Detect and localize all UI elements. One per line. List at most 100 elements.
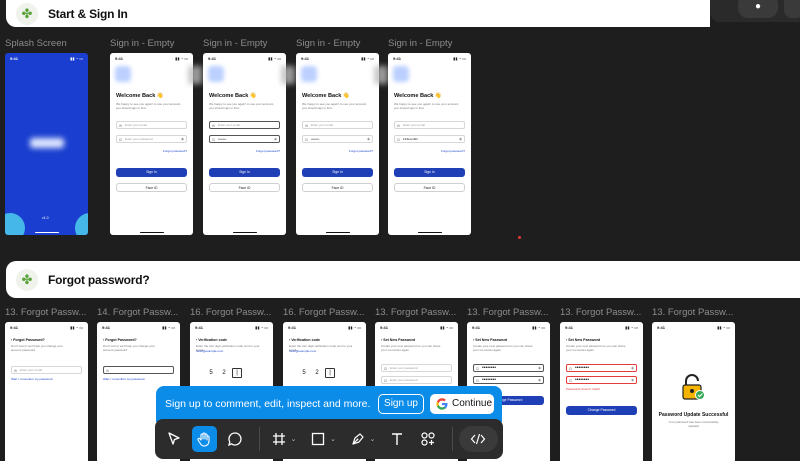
sign-up-button[interactable]: Sign up	[378, 394, 424, 414]
sign-in-button[interactable]: Sign In	[209, 168, 280, 177]
frame-label[interactable]: 13. Forgot Passw...	[467, 307, 551, 318]
dev-mode-toggle[interactable]	[458, 426, 499, 452]
comment-tool[interactable]	[222, 426, 248, 452]
frame-label[interactable]: 16. Forgot Passw...	[190, 307, 274, 318]
rectangle-tool[interactable]	[305, 426, 331, 452]
frame-label[interactable]: 13. Forgot Passw...	[560, 307, 644, 318]
code-digit[interactable]	[245, 368, 255, 378]
move-tool[interactable]	[161, 426, 187, 452]
status-time: 9:41	[10, 56, 19, 61]
components-tool[interactable]	[415, 426, 441, 452]
chevron-down-icon[interactable]: ⌄	[330, 435, 336, 443]
email-field[interactable]: ✉ Enter your email	[116, 121, 187, 129]
password-field[interactable]: ⊡ Enter your password ◉	[116, 135, 187, 143]
frame-password-success[interactable]: 9:41 ▮▮ ◔ ▭ Password Update Successful Y…	[652, 322, 735, 461]
sign-in-button[interactable]: Sign In	[394, 168, 465, 177]
confirm-password-field[interactable]: ⊡ Enter your password	[381, 376, 452, 384]
frame-tool[interactable]	[266, 426, 292, 452]
frame-sign-in-empty[interactable]: 9:41 ▮▮ ◔ ▭ Welcome Back 👋 We happy to s…	[110, 53, 193, 235]
email-field[interactable]: ✉ Enter your email	[394, 121, 465, 129]
eye-icon[interactable]: ◉	[631, 377, 634, 384]
frame-label[interactable]: Sign in - Empty	[110, 38, 192, 49]
frame-splash-screen[interactable]: 9:41 ▮▮ ◔ ▭ v1.0	[5, 53, 88, 235]
change-password-button[interactable]: Change Password	[566, 406, 637, 415]
email-field[interactable]: ✉ Enter your email	[209, 121, 280, 129]
code-digit[interactable]: 2	[312, 368, 322, 378]
face-id-button[interactable]: Face ID	[116, 183, 187, 192]
email-field[interactable]: ✉	[103, 366, 174, 374]
eye-icon[interactable]: ◉	[631, 365, 634, 372]
status-icons: ▮▮ ◔ ▭	[255, 325, 268, 330]
remember-link[interactable]: Wait, I remember my password	[103, 377, 144, 381]
new-password-field[interactable]: ⊡ Enter your password	[381, 364, 452, 372]
code-digit[interactable]: |	[232, 368, 242, 378]
text-tool[interactable]	[384, 426, 410, 452]
frame-label[interactable]: 14. Forgot Passw...	[97, 307, 181, 318]
frame-label[interactable]: Splash Screen	[5, 38, 85, 49]
status-time: 9:41	[393, 56, 402, 61]
eye-icon[interactable]: ◉	[538, 365, 541, 372]
sign-in-button[interactable]: Sign In	[302, 168, 373, 177]
code-digit[interactable]: 5	[299, 368, 309, 378]
code-digit[interactable]	[338, 368, 348, 378]
continue-google-button[interactable]: Continue	[430, 394, 494, 414]
frame-forgot-password[interactable]: 9:41 ▮▮ ◔ ▭ ‹ Forgot Password? Don't wor…	[5, 322, 88, 461]
frame-label[interactable]: 13. Forgot Passw...	[375, 307, 459, 318]
password-field[interactable]: ⊡ •••••••• ◉	[209, 135, 280, 143]
error-message: Passwords doesn't match	[566, 387, 601, 391]
forgot-password-link[interactable]: Forgot password?	[256, 149, 280, 153]
eye-icon[interactable]: ◉	[367, 136, 370, 143]
password-field[interactable]: ⊡ 123Lomi01 ◉	[394, 135, 465, 143]
email-field[interactable]: ✉ Enter your email	[11, 366, 82, 374]
frame-sign-in-empty[interactable]: 9:41 ▮▮ ◔ ▭ Welcome Back 👋 We happy to s…	[296, 53, 379, 235]
code-digit[interactable]: 2	[219, 368, 229, 378]
frame-sign-in-empty[interactable]: 9:41 ▮▮ ◔ ▭ Welcome Back 👋 We happy to s…	[388, 53, 471, 235]
section-header-forgot[interactable]: ✤ Forgot password?	[6, 261, 800, 298]
forgot-password-link[interactable]: Forgot password?	[441, 149, 465, 153]
eye-icon[interactable]: ◉	[459, 136, 462, 143]
control-button[interactable]	[784, 0, 800, 18]
eye-icon[interactable]: ◉	[274, 136, 277, 143]
frame-label[interactable]: Sign in - Empty	[203, 38, 285, 49]
email-field[interactable]: ✉ Enter your email	[302, 121, 373, 129]
pen-tool[interactable]	[345, 426, 371, 452]
forgot-password-link[interactable]: Forgot password?	[349, 149, 373, 153]
forgot-password-link[interactable]: Forgot password?	[163, 149, 187, 153]
status-icons: ▮▮ ◔ ▭	[70, 56, 83, 61]
components-icon	[421, 432, 435, 446]
forgot-title: ‹ Forgot Password?	[11, 338, 45, 342]
section-title: Start & Sign In	[48, 6, 128, 21]
new-password-field[interactable]: ⊡ •••••••• ◉	[566, 364, 637, 372]
mic-button[interactable]: ●	[738, 0, 778, 18]
face-id-button[interactable]: Face ID	[394, 183, 465, 192]
frame-label[interactable]: Sign in - Empty	[388, 38, 470, 49]
signup-banner: Sign up to comment, edit, inspect and mo…	[156, 386, 502, 422]
section-header-start[interactable]: ✤ Start & Sign In	[6, 0, 706, 27]
frame-sign-in-empty[interactable]: 9:41 ▮▮ ◔ ▭ Welcome Back 👋 We happy to s…	[203, 53, 286, 235]
frame-label[interactable]: Sign in - Empty	[296, 38, 378, 49]
sign-in-button[interactable]: Sign In	[116, 168, 187, 177]
verification-title: ‹ Verification code	[196, 338, 227, 342]
app-logo	[393, 66, 409, 82]
face-id-button[interactable]: Face ID	[209, 183, 280, 192]
app-logo	[115, 66, 131, 82]
code-digit[interactable]: |	[325, 368, 335, 378]
frame-label[interactable]: 16. Forgot Passw...	[283, 307, 367, 318]
remember-link[interactable]: Wait, I remember my password	[11, 377, 52, 381]
password-field[interactable]: ⊡ •••••••• ◉	[302, 135, 373, 143]
eye-icon[interactable]: ◉	[181, 136, 184, 143]
frame-set-new-password-error[interactable]: 9:41 ▮▮ ◔ ▭ ‹ Set New Password Create yo…	[560, 322, 643, 461]
code-digit[interactable]: 5	[206, 368, 216, 378]
chevron-down-icon[interactable]: ⌄	[290, 435, 296, 443]
frame-label[interactable]: 13. Forgot Passw...	[5, 307, 89, 318]
eye-icon[interactable]: ◉	[538, 377, 541, 384]
confirm-password-field[interactable]: ⊡ •••••••• ◉	[473, 376, 544, 384]
chevron-down-icon[interactable]: ⌄	[369, 435, 375, 443]
confirm-password-field[interactable]: ⊡ •••••••• ◉	[566, 376, 637, 384]
hand-tool[interactable]	[191, 426, 218, 452]
face-id-button[interactable]: Face ID	[302, 183, 373, 192]
frame-label[interactable]: 13. Forgot Passw...	[652, 307, 736, 318]
mail-icon: ✉	[14, 369, 17, 373]
new-password-field[interactable]: ⊡ •••••••• ◉	[473, 364, 544, 372]
lock-icon: ⊡	[212, 138, 215, 142]
